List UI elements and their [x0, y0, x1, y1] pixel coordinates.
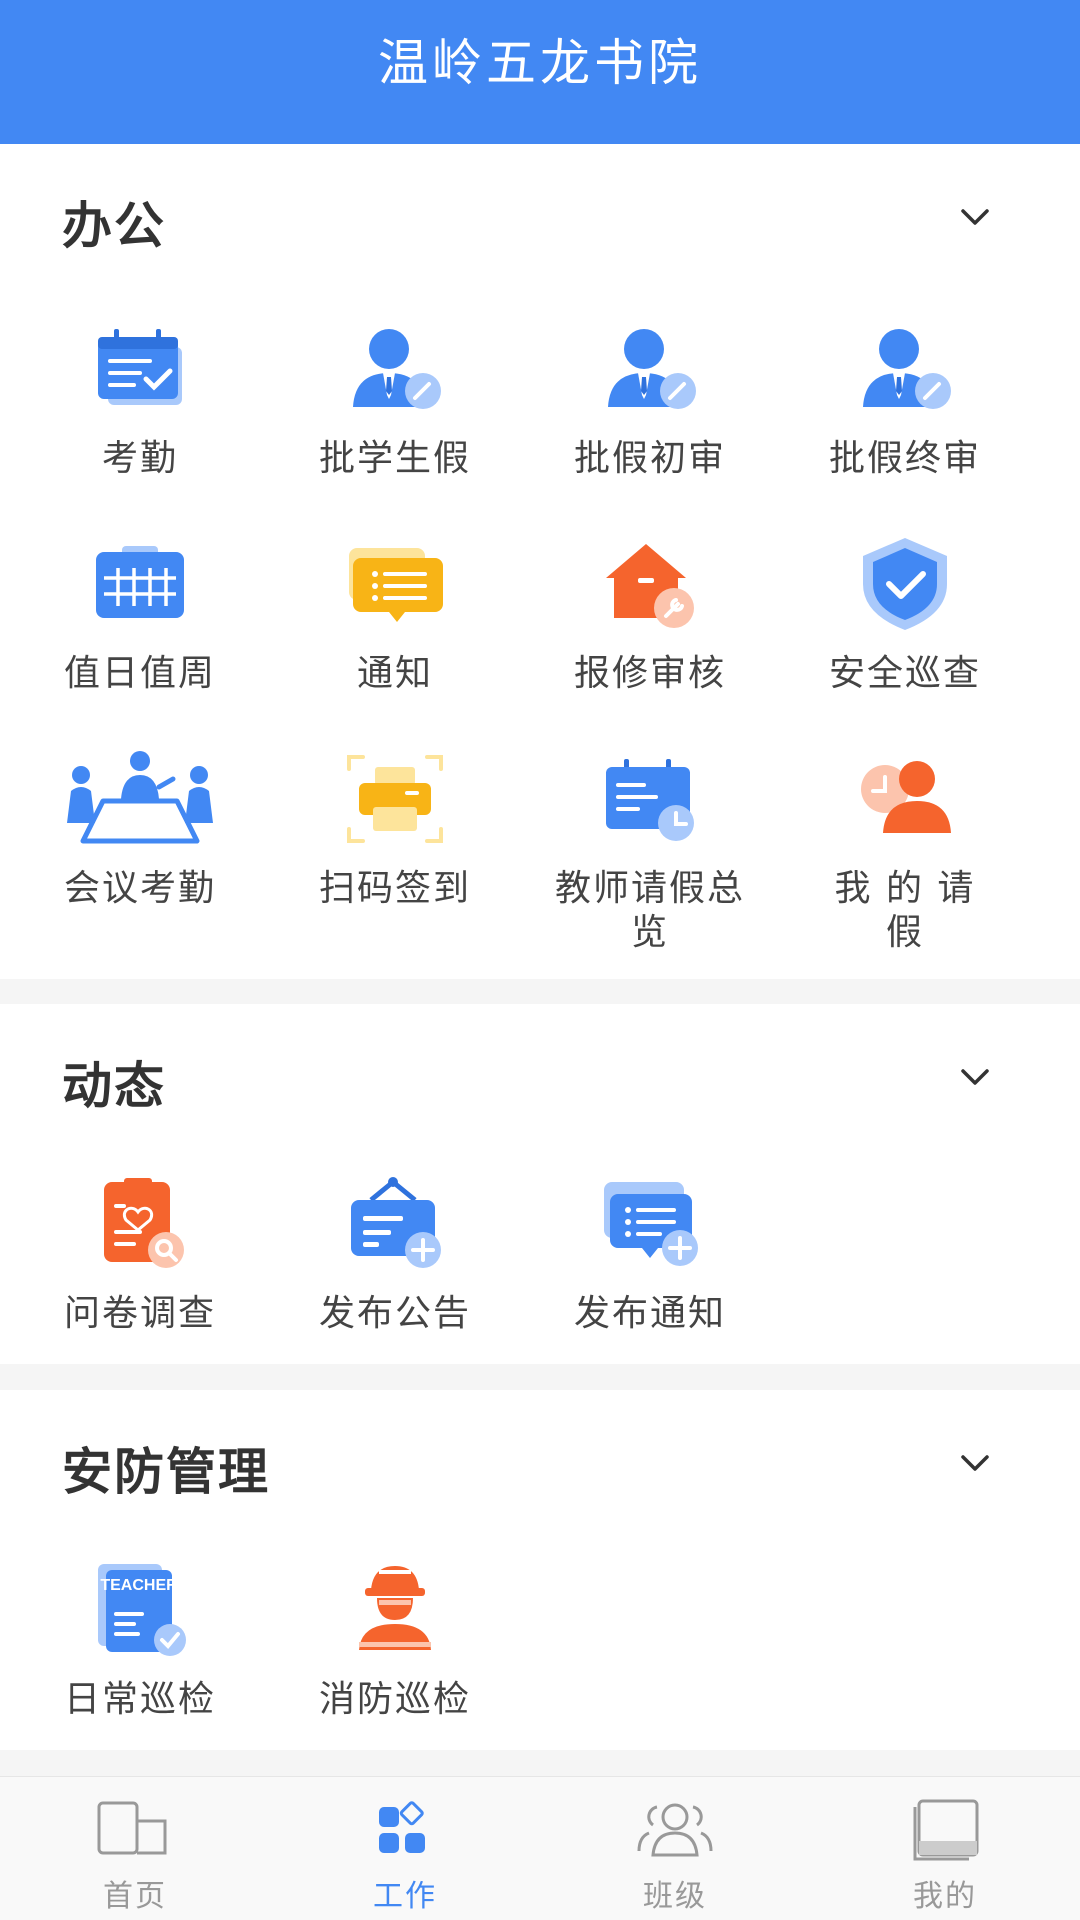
person-approve-icon: [855, 319, 955, 419]
bottom-tab-bar: 首页 工作 班级 我的: [0, 1776, 1080, 1920]
grid-item-label: 日常巡检: [63, 1679, 216, 1720]
survey-icon: [90, 1174, 190, 1274]
section-office: 办公 考勤 批学生假 批假初审 批假终审 值日值周 通知 报修审核 安全巡查 会…: [0, 144, 1080, 979]
grid-item-label: 会议考勤: [63, 868, 216, 909]
home-icon: [97, 1801, 167, 1855]
grid-item-daily-inspection[interactable]: TEACHER 日常巡检: [5, 1560, 275, 1770]
grid-item-label: 值日值周: [63, 653, 216, 694]
grid-item-fire-inspection[interactable]: 消防巡检: [260, 1560, 530, 1770]
grid-item-label: 考勤: [101, 438, 178, 479]
message-add-icon: [600, 1174, 700, 1274]
grid-item-my-leave[interactable]: 我 的 请 假: [770, 749, 1040, 959]
section-title: 办公: [62, 197, 166, 255]
firefighter-icon: [345, 1560, 445, 1660]
tab-label: 班级: [643, 1879, 707, 1914]
section-security: 安防管理 TEACHER 日常巡检 消防巡检: [0, 1390, 1080, 1750]
board-clock-icon: [600, 749, 700, 849]
grid-item-label: 扫码签到: [318, 868, 471, 909]
grid-item-label: 安全巡查: [828, 653, 981, 694]
grid-item-label: 问卷调查: [63, 1293, 216, 1334]
grid-item-attendance[interactable]: 考勤: [5, 319, 275, 529]
tab-work[interactable]: 工作: [270, 1777, 540, 1920]
shield-check-icon: [855, 534, 955, 634]
grid-item-scan-checkin[interactable]: 扫码签到: [260, 749, 530, 959]
notice-icon: [345, 534, 445, 634]
tab-mine[interactable]: 我的: [810, 1777, 1080, 1920]
tab-label: 工作: [373, 1879, 437, 1914]
grid-item-label: 消防巡检: [318, 1679, 471, 1720]
app-header: 温岭五龙书院: [0, 0, 1080, 144]
grid-item-publish-announcement[interactable]: 发布公告: [260, 1174, 530, 1384]
book-icon: [913, 1799, 979, 1861]
page-title: 温岭五龙书院: [378, 34, 702, 92]
person-clock-icon: [855, 749, 955, 849]
section-header-office[interactable]: 办公: [0, 144, 1080, 294]
person-approve-icon: [345, 319, 445, 419]
meeting-icon: [65, 749, 215, 849]
section-header-news[interactable]: 动态: [0, 1004, 1080, 1154]
grid-item-label: 教师请假总览: [555, 868, 746, 953]
grid-item-label: 批假初审: [573, 438, 726, 479]
grid-item-meeting-attendance[interactable]: 会议考勤: [5, 749, 275, 959]
section-news: 动态 问卷调查 发布公告 发布通知: [0, 1004, 1080, 1364]
chevron-down-icon[interactable]: [958, 1446, 992, 1480]
grid-item-notice[interactable]: 通知: [260, 534, 530, 744]
grid-item-safety-patrol[interactable]: 安全巡查: [770, 534, 1040, 744]
grid-item-survey[interactable]: 问卷调查: [5, 1174, 275, 1384]
grid-item-teacher-leave-overview[interactable]: 教师请假总览: [515, 749, 785, 959]
grid-item-leave-final-review[interactable]: 批假终审: [770, 319, 1040, 529]
teacher-badge: TEACHER: [100, 1577, 178, 1594]
tab-class[interactable]: 班级: [540, 1777, 810, 1920]
grid-item-approve-student-leave[interactable]: 批学生假: [260, 319, 530, 529]
grid-item-label: 批假终审: [828, 438, 981, 479]
grid-item-label: 报修审核: [573, 653, 726, 694]
grid-item-label: 发布通知: [573, 1293, 726, 1334]
tab-home[interactable]: 首页: [0, 1777, 270, 1920]
calendar-grid-icon: [90, 534, 190, 634]
grid-item-duty-roster[interactable]: 值日值周: [5, 534, 275, 744]
chevron-down-icon[interactable]: [958, 200, 992, 234]
section-title: 安防管理: [62, 1443, 270, 1501]
grid-item-leave-first-review[interactable]: 批假初审: [515, 319, 785, 529]
apps-icon: [379, 1801, 425, 1853]
announce-add-icon: [345, 1174, 445, 1274]
tab-label: 首页: [103, 1879, 167, 1914]
grid-item-label: 我 的 请 假: [834, 868, 976, 953]
person-approve-icon: [600, 319, 700, 419]
teacher-book-icon: TEACHER: [90, 1560, 190, 1660]
section-title: 动态: [62, 1057, 166, 1115]
grid-item-label: 通知: [356, 653, 433, 694]
calendar-check-icon: [90, 319, 190, 419]
house-repair-icon: [600, 534, 700, 634]
grid-item-label: 发布公告: [318, 1293, 471, 1334]
group-icon: [637, 1803, 713, 1857]
grid-item-publish-notice[interactable]: 发布通知: [515, 1174, 785, 1384]
chevron-down-icon[interactable]: [958, 1060, 992, 1094]
section-header-security[interactable]: 安防管理: [0, 1390, 1080, 1540]
tab-label: 我的: [913, 1879, 977, 1914]
grid-item-label: 批学生假: [318, 438, 471, 479]
scan-printer-icon: [345, 749, 445, 849]
grid-item-repair-review[interactable]: 报修审核: [515, 534, 785, 744]
